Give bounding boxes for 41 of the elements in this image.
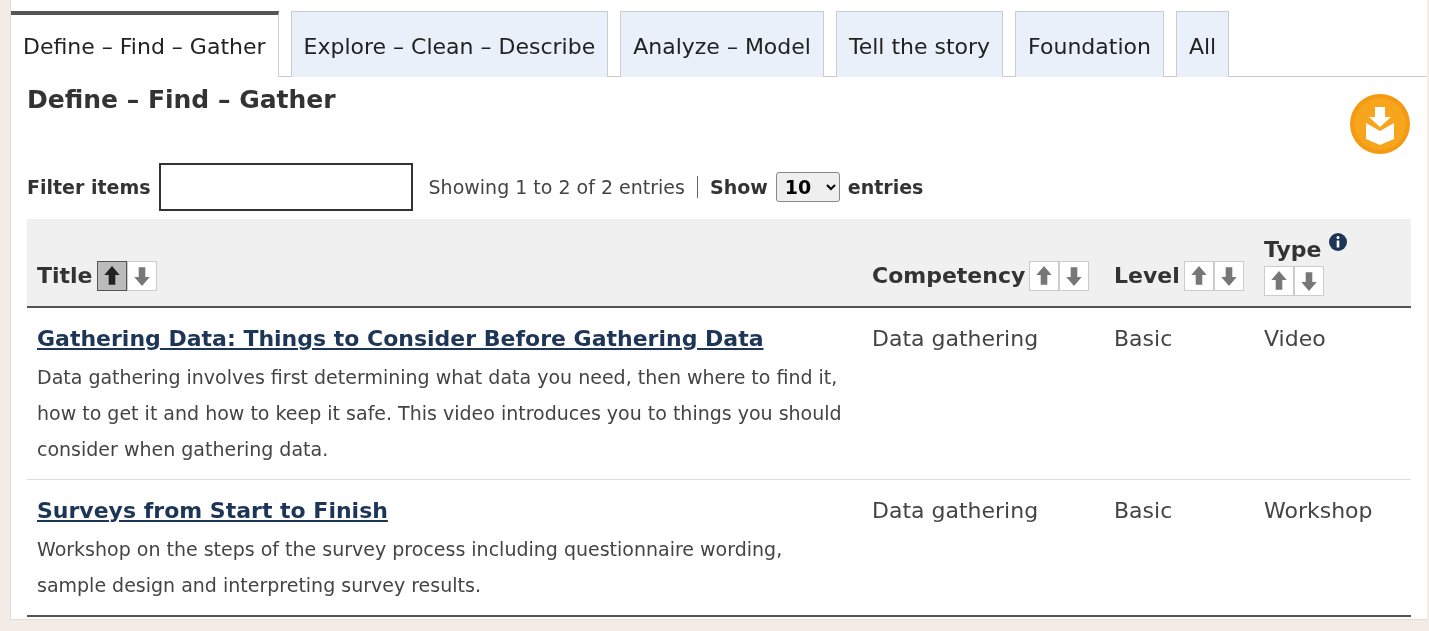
section-heading: Define – Find – Gather — [27, 85, 336, 116]
tab[interactable]: Explore – Clean – Describe — [290, 11, 609, 77]
resource-description: Data gathering involves first determining what data you need, then where to find it, how to get it and how to keep it safe. This video introduces you to things you should consider when gathering data. — [37, 365, 843, 462]
info-icon[interactable] — [1329, 233, 1348, 251]
page-size-select[interactable]: 10 — [775, 172, 840, 202]
down-arrow-icon — [132, 264, 151, 287]
tab[interactable]: Foundation — [1015, 11, 1164, 77]
up-arrow-icon — [102, 264, 121, 287]
table-cell: Data gathering — [872, 498, 1039, 523]
resource-title-link[interactable]: Gathering Data: Things to Consider Before Gathering Data — [37, 322, 764, 355]
resource-title-link[interactable]: Surveys from Start to Finish — [37, 494, 388, 527]
table-cell: Workshop — [1264, 498, 1373, 523]
tab[interactable]: Analyze – Model — [620, 11, 824, 77]
down-arrow-icon — [1065, 264, 1084, 287]
sort-descending-button[interactable] — [1294, 266, 1324, 296]
tab[interactable]: Define – Find – Gather — [11, 11, 279, 77]
up-arrow-icon — [1189, 264, 1208, 287]
up-arrow-icon — [1270, 270, 1288, 292]
table-cell: Basic — [1114, 498, 1173, 523]
filter-field[interactable] — [158, 163, 413, 211]
tab[interactable]: Tell the story — [835, 11, 1004, 77]
entries-summary: Showing 1 to 2 of 2 entries — [428, 174, 685, 200]
tab[interactable]: All — [1175, 11, 1230, 77]
down-arrow-icon — [1219, 264, 1238, 287]
resource-description: Workshop on the steps of the survey process including questionnaire wording, sample design and interpreting survey results. — [37, 537, 784, 598]
table-cell: Basic — [1114, 326, 1173, 351]
sort-ascending-button[interactable] — [96, 260, 127, 291]
up-arrow-icon — [1035, 264, 1054, 287]
show-label: Show — [709, 174, 768, 200]
table-cell: Video — [1264, 326, 1326, 351]
column-header[interactable]: Competency — [872, 259, 1026, 292]
column-header[interactable]: Title — [37, 259, 93, 292]
entries-label: entries — [847, 174, 924, 200]
table-cell: Data gathering — [872, 326, 1039, 351]
sort-descending-button[interactable] — [126, 260, 157, 291]
filter-label: Filter items — [27, 174, 151, 200]
sort-descending-button[interactable] — [1059, 260, 1090, 291]
sort-descending-button[interactable] — [1213, 260, 1244, 291]
down-arrow-icon — [1300, 270, 1318, 292]
column-header[interactable]: Level — [1114, 259, 1180, 292]
column-header[interactable]: Type — [1264, 233, 1322, 266]
